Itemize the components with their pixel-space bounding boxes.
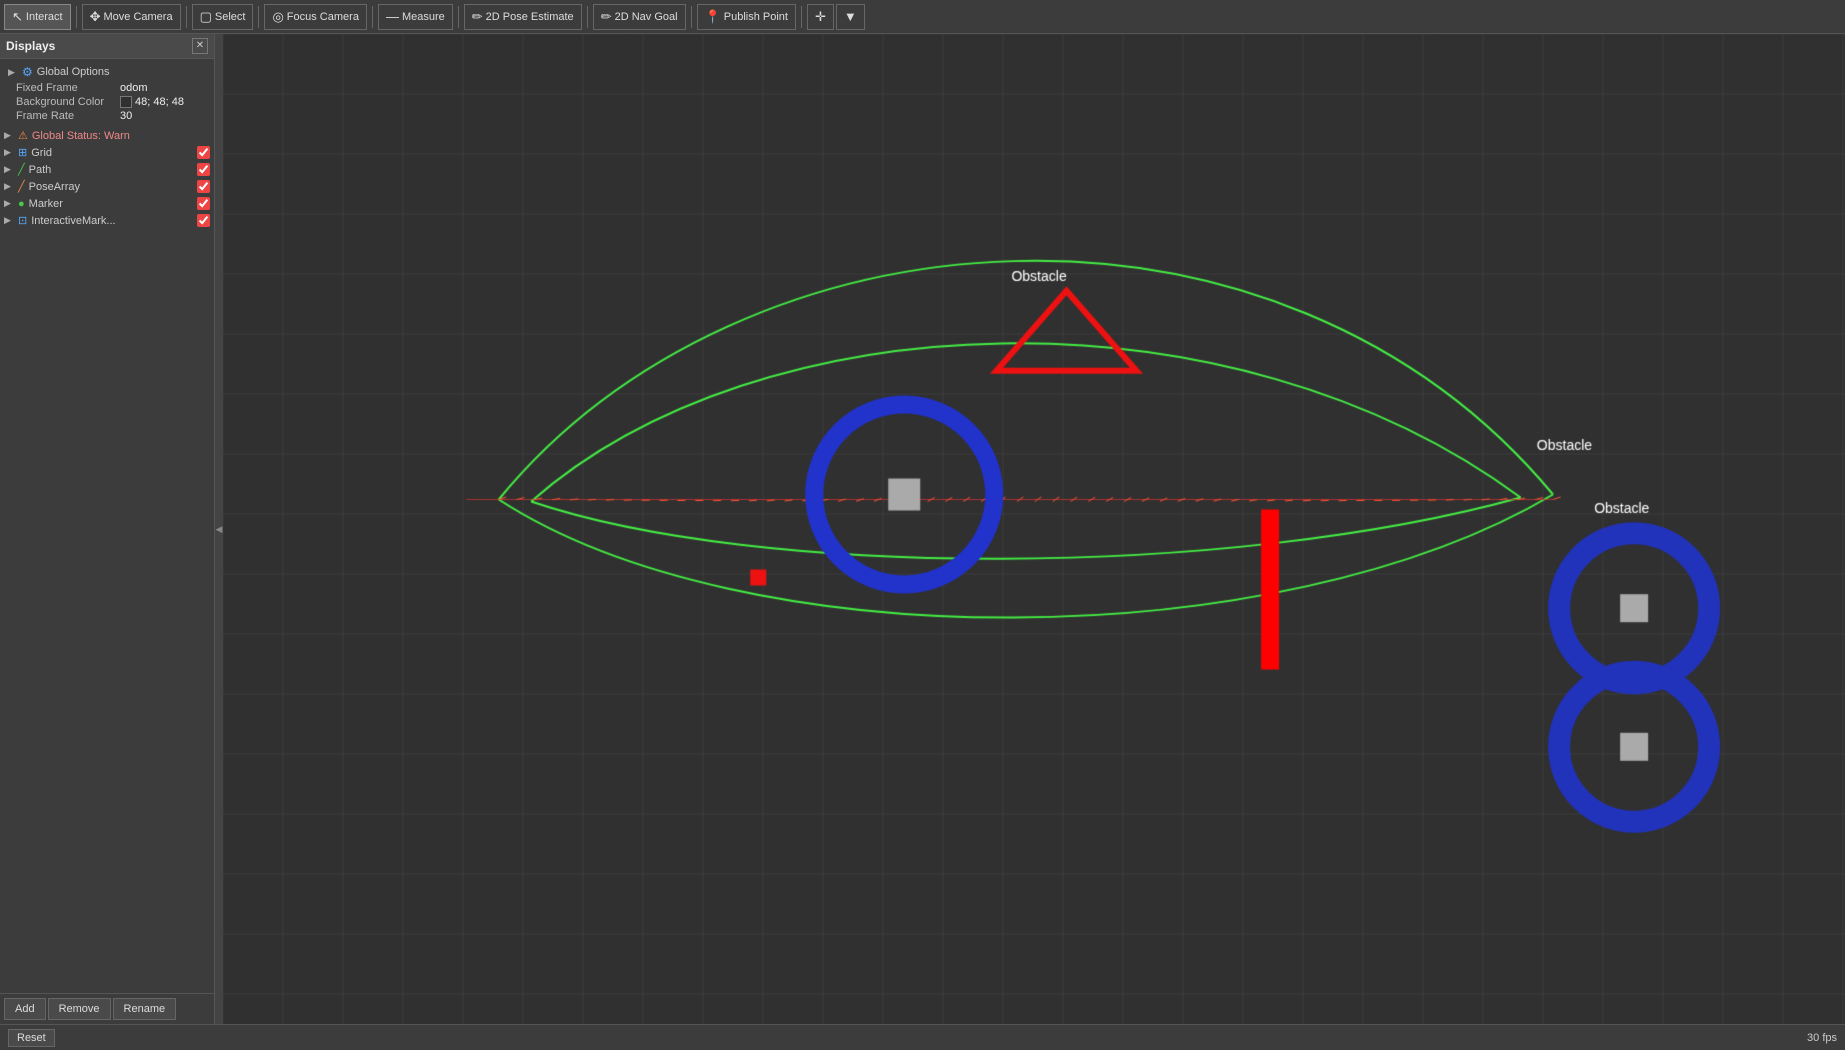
- pose-array-icon: ╱: [18, 180, 25, 193]
- grid-icon: ⊞: [18, 146, 27, 159]
- fixed-frame-label: Fixed Frame: [16, 82, 116, 94]
- interact-label: Interact: [26, 11, 63, 23]
- publish-point-label: Publish Point: [724, 11, 788, 23]
- publish-point-button[interactable]: 📍 Publish Point: [697, 4, 796, 30]
- grid-label: Grid: [31, 147, 193, 159]
- 2d-nav-button[interactable]: ✏ 2D Nav Goal: [593, 4, 686, 30]
- path-checkbox[interactable]: [197, 163, 210, 176]
- global-status-label: Global Status: Warn: [32, 130, 210, 142]
- select-icon: ▢: [200, 9, 212, 25]
- 2d-pose-button[interactable]: ✏ 2D Pose Estimate: [464, 4, 582, 30]
- global-options-section: ▶ ⚙ Global Options Fixed Frame odom Back…: [0, 61, 214, 127]
- toolbar: ↖ Interact ✥ Move Camera ▢ Select ◎ Focu…: [0, 0, 1845, 34]
- interact-icon: ↖: [12, 9, 23, 25]
- publish-point-icon: 📍: [705, 9, 721, 25]
- grid-arrow: ▶: [4, 147, 14, 158]
- move-camera-label: Move Camera: [104, 11, 173, 23]
- global-options-header[interactable]: ▶ ⚙ Global Options: [4, 63, 210, 81]
- crosshair-button[interactable]: ✛: [807, 4, 834, 30]
- extra-icon: ▼: [844, 9, 857, 24]
- measure-button[interactable]: — Measure: [378, 4, 453, 30]
- path-item[interactable]: ▶ ╱ Path: [0, 161, 214, 178]
- toolbar-sep-2: [186, 6, 187, 28]
- displays-title: Displays: [6, 39, 55, 53]
- global-status-icon: ⚠: [18, 129, 28, 142]
- 2d-nav-label: 2D Nav Goal: [615, 11, 678, 23]
- measure-label: Measure: [402, 11, 445, 23]
- sidebar-buttons: Add Remove Rename: [0, 993, 214, 1024]
- focus-camera-icon: ◎: [272, 9, 283, 25]
- pose-array-checkbox[interactable]: [197, 180, 210, 193]
- toolbar-sep-1: [76, 6, 77, 28]
- marker-icon: ●: [18, 198, 25, 210]
- global-options-icon: ⚙: [22, 65, 33, 79]
- fixed-frame-value[interactable]: odom: [120, 82, 148, 94]
- fixed-frame-row: Fixed Frame odom: [4, 81, 210, 95]
- global-status-arrow: ▶: [4, 130, 14, 141]
- remove-button[interactable]: Remove: [48, 998, 111, 1020]
- background-color-value[interactable]: 48; 48; 48: [120, 96, 184, 108]
- interact-button[interactable]: ↖ Interact: [4, 4, 71, 30]
- toolbar-sep-5: [458, 6, 459, 28]
- measure-icon: —: [386, 9, 399, 24]
- frame-rate-row: Frame Rate 30: [4, 109, 210, 123]
- sidebar-content: ▶ ⚙ Global Options Fixed Frame odom Back…: [0, 59, 214, 993]
- marker-arrow: ▶: [4, 198, 14, 209]
- pose-array-item[interactable]: ▶ ╱ PoseArray: [0, 178, 214, 195]
- frame-rate-label: Frame Rate: [16, 110, 116, 122]
- 2d-pose-icon: ✏: [472, 9, 483, 25]
- background-color-label: Background Color: [16, 96, 116, 108]
- focus-camera-button[interactable]: ◎ Focus Camera: [264, 4, 366, 30]
- move-camera-button[interactable]: ✥ Move Camera: [82, 4, 181, 30]
- crosshair-icon: ✛: [815, 9, 826, 25]
- sidebar: Displays ✕ ▶ ⚙ Global Options Fixed Fram…: [0, 34, 215, 1024]
- path-icon: ╱: [18, 163, 25, 176]
- move-camera-icon: ✥: [90, 9, 101, 25]
- 2d-pose-label: 2D Pose Estimate: [486, 11, 574, 23]
- interactive-mark-arrow: ▶: [4, 215, 14, 226]
- frame-rate-value[interactable]: 30: [120, 110, 132, 122]
- sidebar-header: Displays ✕: [0, 34, 214, 59]
- main-area: Displays ✕ ▶ ⚙ Global Options Fixed Fram…: [0, 34, 1845, 1024]
- extra-button[interactable]: ▼: [836, 4, 865, 30]
- toolbar-sep-6: [587, 6, 588, 28]
- grid-item[interactable]: ▶ ⊞ Grid: [0, 144, 214, 161]
- path-label: Path: [29, 164, 193, 176]
- pose-array-arrow: ▶: [4, 181, 14, 192]
- toolbar-sep-7: [691, 6, 692, 28]
- marker-label: Marker: [29, 198, 193, 210]
- pose-array-label: PoseArray: [29, 181, 193, 193]
- interactive-mark-checkbox[interactable]: [197, 214, 210, 227]
- fps-display: 30 fps: [1807, 1032, 1837, 1044]
- 2d-nav-icon: ✏: [601, 9, 612, 25]
- canvas-area[interactable]: [223, 34, 1845, 1024]
- color-swatch: [120, 96, 132, 108]
- reset-button[interactable]: Reset: [8, 1029, 55, 1047]
- interactive-mark-item[interactable]: ▶ ⊡ InteractiveMark...: [0, 212, 214, 229]
- toolbar-sep-8: [801, 6, 802, 28]
- path-arrow: ▶: [4, 164, 14, 175]
- select-button[interactable]: ▢ Select: [192, 4, 254, 30]
- grid-checkbox[interactable]: [197, 146, 210, 159]
- add-button[interactable]: Add: [4, 998, 46, 1020]
- select-label: Select: [215, 11, 246, 23]
- background-color-text: 48; 48; 48: [135, 96, 184, 108]
- collapse-handle[interactable]: ◀: [215, 34, 223, 1024]
- toolbar-sep-4: [372, 6, 373, 28]
- rename-button[interactable]: Rename: [113, 998, 177, 1020]
- global-options-label: Global Options: [37, 66, 206, 78]
- marker-item[interactable]: ▶ ● Marker: [0, 195, 214, 212]
- global-options-arrow: ▶: [8, 67, 18, 78]
- marker-checkbox[interactable]: [197, 197, 210, 210]
- interactive-mark-label: InteractiveMark...: [31, 215, 193, 227]
- background-color-row: Background Color 48; 48; 48: [4, 95, 210, 109]
- interactive-mark-icon: ⊡: [18, 214, 27, 227]
- statusbar: Reset 30 fps: [0, 1024, 1845, 1050]
- scene-canvas[interactable]: [223, 34, 1845, 1024]
- toolbar-sep-3: [258, 6, 259, 28]
- focus-camera-label: Focus Camera: [287, 11, 359, 23]
- sidebar-close-button[interactable]: ✕: [192, 38, 208, 54]
- global-status-item[interactable]: ▶ ⚠ Global Status: Warn: [0, 127, 214, 144]
